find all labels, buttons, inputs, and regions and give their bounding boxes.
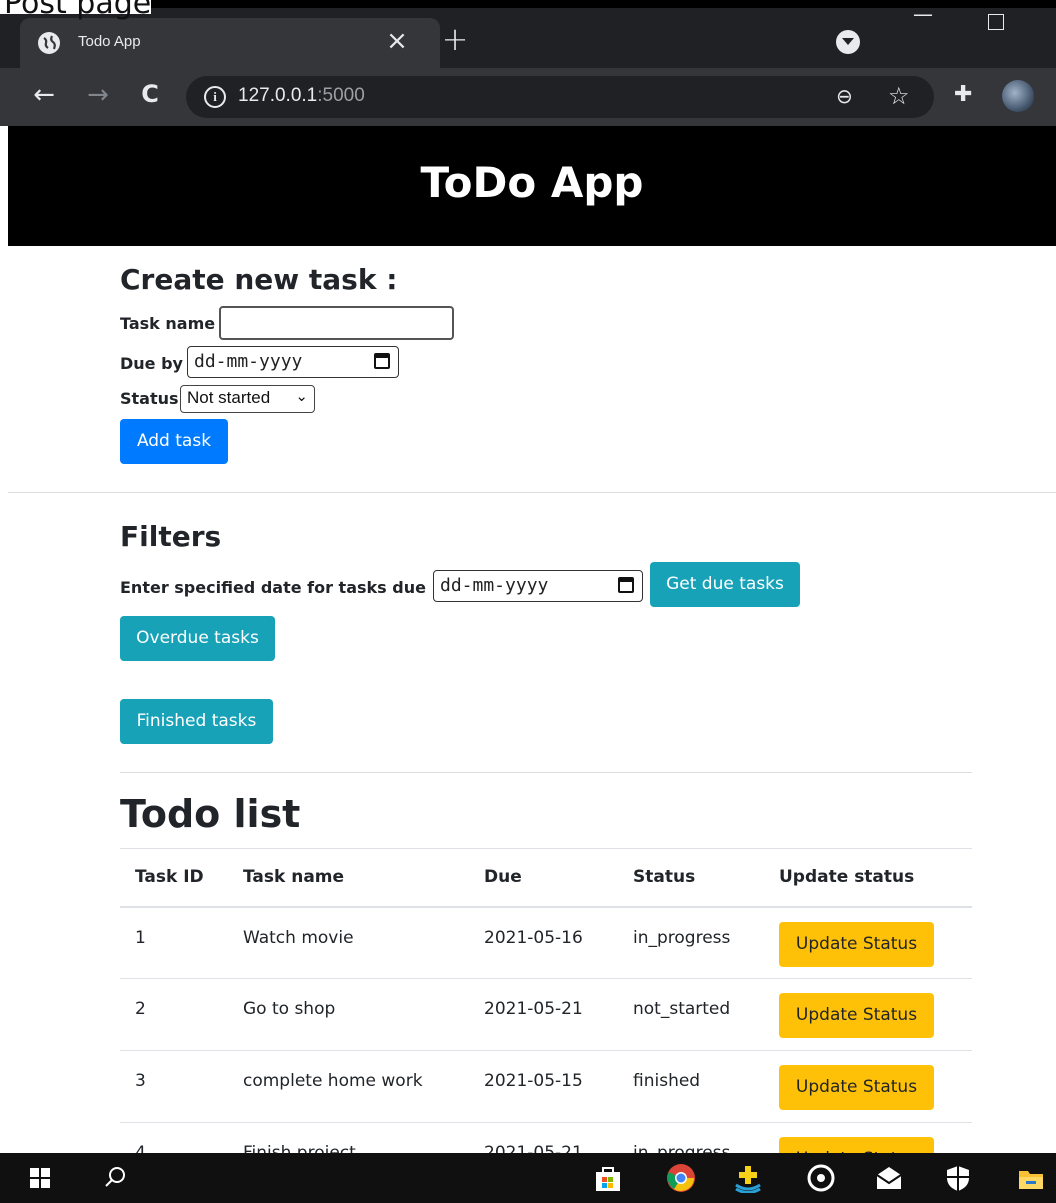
app-icon[interactable]: [733, 1163, 763, 1194]
finished-tasks-button[interactable]: Finished tasks: [120, 699, 273, 744]
task-name: Watch movie: [228, 906, 469, 979]
divider: [8, 492, 1056, 493]
todo-list-heading: Todo list: [120, 792, 301, 836]
extensions-icon[interactable]: ✚: [954, 82, 972, 107]
windows-taskbar: [0, 1153, 1056, 1203]
task-name: Go to shop: [228, 978, 469, 1051]
column-header: Task ID: [120, 848, 228, 908]
info-icon[interactable]: i: [204, 86, 226, 108]
task-due: 2021-05-15: [469, 1050, 618, 1123]
update-cell: Update Status: [764, 978, 972, 1051]
column-header: Due: [469, 848, 618, 908]
app-header: ToDo App: [8, 126, 1056, 246]
chrome-icon[interactable]: [666, 1163, 696, 1193]
zoom-icon[interactable]: ⊖: [836, 84, 853, 108]
search-icon[interactable]: [104, 1165, 128, 1189]
store-icon[interactable]: [593, 1163, 623, 1193]
close-tab-icon[interactable]: ×: [382, 26, 412, 56]
add-task-button[interactable]: Add task: [120, 419, 228, 464]
browser-toolbar: ← → C i 127.0.0.1:5000 ⊖ ☆ ✚: [0, 68, 1056, 126]
task-id: 1: [120, 906, 228, 979]
new-tab-icon[interactable]: +: [440, 20, 470, 58]
table-row: 2 Go to shop 2021-05-21 not_started Upda…: [120, 978, 972, 1051]
globe-icon: [38, 32, 60, 54]
task-status: finished: [618, 1050, 764, 1123]
status-label: Status: [120, 389, 179, 408]
task-name: complete home work: [228, 1050, 469, 1123]
page-title: ToDo App: [420, 158, 644, 207]
window-frame: [0, 0, 1056, 8]
security-icon[interactable]: [943, 1163, 973, 1193]
file-explorer-icon[interactable]: [1016, 1163, 1046, 1193]
create-task-heading: Create new task :: [120, 263, 398, 296]
address-bar[interactable]: i 127.0.0.1:5000 ⊖ ☆: [186, 76, 934, 118]
url-text: 127.0.0.1:5000: [238, 85, 365, 107]
table-header-row: Task ID Task name Due Status Update stat…: [120, 848, 972, 908]
filter-date-label: Enter specified date for tasks due :: [120, 578, 438, 597]
update-status-button[interactable]: Update Status: [779, 921, 934, 967]
url-port: :5000: [317, 85, 365, 106]
browser-tab[interactable]: Todo App ×: [20, 18, 440, 68]
due-date-input[interactable]: dd-mm-yyyy: [187, 346, 399, 378]
table-row: 1 Watch movie 2021-05-16 in_progress Upd…: [120, 906, 972, 979]
task-name-input[interactable]: [219, 306, 454, 340]
column-header: Update status: [764, 848, 972, 908]
task-id: 3: [120, 1050, 228, 1123]
update-cell: Update Status: [764, 906, 972, 979]
update-status-button[interactable]: Update Status: [779, 1065, 934, 1110]
bookmark-star-icon[interactable]: ☆: [888, 82, 910, 110]
reload-icon[interactable]: C: [134, 80, 166, 108]
tab-search-icon[interactable]: [836, 30, 860, 54]
due-date-placeholder: dd-mm-yyyy: [194, 351, 303, 372]
forward-icon[interactable]: →: [82, 80, 114, 110]
filters-heading: Filters: [120, 520, 222, 553]
filter-date-input[interactable]: dd-mm-yyyy: [433, 570, 643, 602]
minimize-icon[interactable]: —: [912, 4, 934, 28]
calendar-icon[interactable]: [618, 577, 634, 593]
overdue-tasks-button[interactable]: Overdue tasks: [120, 616, 275, 661]
status-select[interactable]: Not started ⌄: [180, 385, 315, 413]
chevron-down-icon: ⌄: [295, 388, 308, 405]
filter-date-placeholder: dd-mm-yyyy: [440, 575, 549, 596]
back-icon[interactable]: ←: [28, 80, 60, 110]
get-due-tasks-button[interactable]: Get due tasks: [650, 562, 800, 607]
divider: [120, 772, 972, 773]
task-due: 2021-05-21: [469, 978, 618, 1051]
table-row: 3 complete home work 2021-05-15 finished…: [120, 1050, 972, 1123]
due-by-label: Due by: [120, 354, 183, 373]
column-header: Status: [618, 848, 764, 908]
browser-tab-strip: Todo App × + —: [0, 0, 1056, 68]
url-host: 127.0.0.1: [238, 85, 318, 106]
task-name-label: Task name: [120, 314, 216, 333]
update-status-button[interactable]: Update Status: [779, 993, 934, 1038]
mail-icon[interactable]: [874, 1163, 904, 1193]
overlay-label: Post page: [0, 0, 152, 21]
task-status: not_started: [618, 978, 764, 1051]
status-selected-value: Not started: [187, 388, 271, 407]
column-header: Task name: [228, 848, 469, 908]
avatar[interactable]: [1002, 80, 1034, 112]
update-cell: Update Status: [764, 1050, 972, 1123]
tab-title: Todo App: [78, 33, 141, 50]
windows-start-icon[interactable]: [30, 1168, 50, 1188]
task-status: in_progress: [618, 906, 764, 979]
task-id: 2: [120, 978, 228, 1051]
record-icon[interactable]: [806, 1163, 836, 1193]
task-due: 2021-05-16: [469, 906, 618, 979]
todo-table: Task ID Task name Due Status Update stat…: [120, 848, 972, 1195]
maximize-icon[interactable]: [988, 14, 1004, 30]
calendar-icon[interactable]: [374, 353, 390, 369]
